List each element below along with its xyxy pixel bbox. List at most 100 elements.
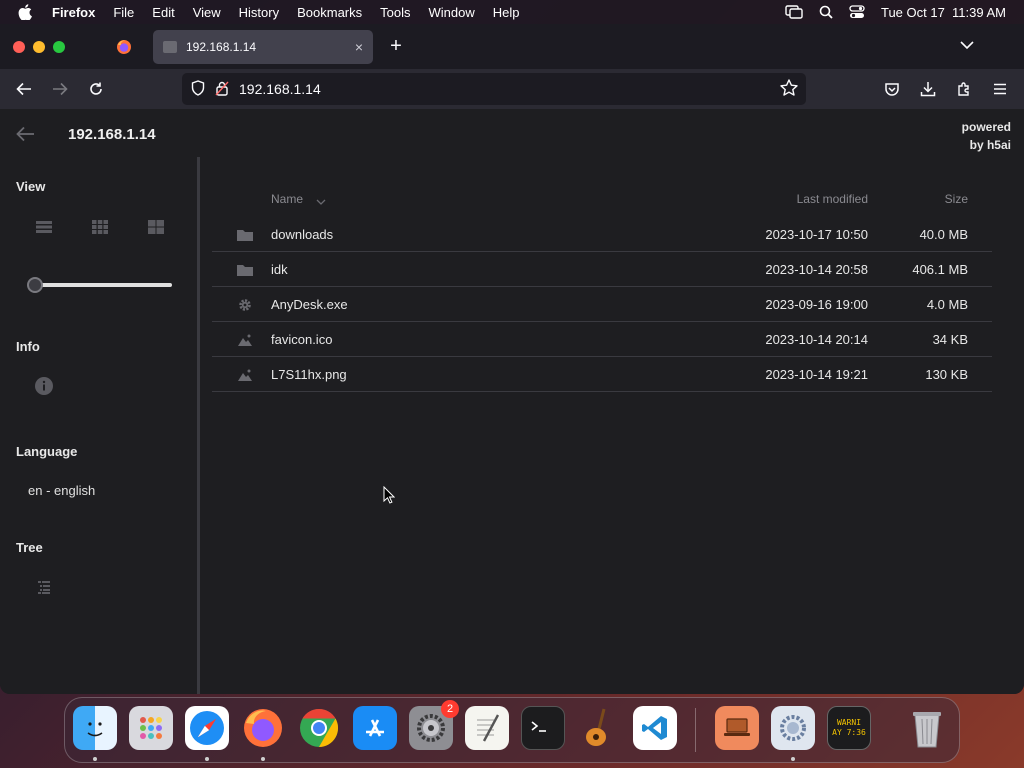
menu-app-name[interactable]: Firefox (52, 5, 104, 20)
image-icon (236, 332, 254, 348)
address-bar[interactable]: 192.168.1.14 (182, 73, 806, 105)
tab-active[interactable]: 192.168.1.14 × (153, 30, 373, 64)
file-modified: 2023-10-14 20:14 (765, 332, 868, 347)
back-arrow-icon[interactable] (14, 79, 34, 99)
tab-close-icon[interactable]: × (355, 39, 363, 55)
menu-bookmarks[interactable]: Bookmarks (288, 5, 371, 20)
file-name[interactable]: L7S11hx.png (271, 367, 347, 382)
insecure-lock-icon[interactable] (215, 80, 229, 99)
textedit-icon[interactable] (465, 706, 509, 750)
network-utility-running-dot (791, 757, 795, 761)
menu-window[interactable]: Window (420, 5, 484, 20)
page-title: 192.168.1.14 (68, 126, 156, 143)
console-text-line-1: WARNI (836, 718, 862, 727)
sort-chevron-down-icon[interactable] (316, 194, 326, 208)
table-row[interactable]: favicon.ico 2023-10-14 20:14 34 KB (212, 322, 992, 357)
file-name[interactable]: downloads (271, 227, 333, 242)
macos-dock: 2 WARNI AY 7:36 (64, 697, 960, 763)
firefox-view-tab-icon[interactable] (114, 37, 134, 57)
forward-arrow-icon[interactable] (50, 79, 70, 99)
window-controls (13, 40, 65, 53)
screen-sharing-icon[interactable] (715, 706, 759, 750)
settings-notification-badge: 2 (441, 700, 459, 718)
tab-bar: 192.168.1.14 × + (0, 24, 1024, 69)
file-name[interactable]: idk (271, 262, 288, 277)
column-modified-header[interactable]: Last modified (797, 192, 868, 206)
control-center-icon[interactable] (849, 5, 865, 19)
tree-toggle-icon[interactable] (32, 575, 56, 599)
view-heading: View (16, 179, 46, 194)
powered-by-h5ai-link[interactable]: powered by h5ai (962, 118, 1011, 154)
close-window-button[interactable] (13, 40, 25, 53)
safari-running-dot (205, 757, 209, 761)
menu-edit[interactable]: Edit (143, 5, 183, 20)
apple-logo-icon[interactable] (18, 4, 38, 20)
menu-history[interactable]: History (230, 5, 288, 20)
spotlight-search-icon[interactable] (819, 5, 833, 19)
firefox-running-dot (261, 757, 265, 761)
menubar-status-area: Tue Oct 17 11:39 AM (785, 5, 1024, 20)
vscode-icon[interactable] (633, 706, 677, 750)
table-row[interactable]: downloads 2023-10-17 10:50 40.0 MB (212, 217, 992, 252)
menu-help[interactable]: Help (484, 5, 529, 20)
macos-menu-bar: Firefox File Edit View History Bookmarks… (0, 0, 1024, 24)
sidebar: View Info Language en - english Tree (0, 157, 200, 694)
parent-folder-back-arrow-icon[interactable] (15, 125, 35, 148)
file-modified: 2023-10-14 19:21 (765, 367, 868, 382)
menu-view[interactable]: View (184, 5, 230, 20)
table-row[interactable]: AnyDesk.exe 2023-09-16 19:00 4.0 MB (212, 287, 992, 322)
safari-icon[interactable] (185, 706, 229, 750)
firefox-dock-icon[interactable] (241, 706, 285, 750)
network-utility-gear-icon[interactable] (771, 706, 815, 750)
hamburger-menu-icon[interactable] (990, 79, 1010, 99)
column-name-header[interactable]: Name (271, 192, 303, 206)
new-tab-button[interactable]: + (386, 36, 406, 56)
zoom-window-button[interactable] (53, 40, 65, 53)
column-size-header[interactable]: Size (945, 192, 968, 206)
table-row[interactable]: L7S11hx.png 2023-10-14 19:21 130 KB (212, 357, 992, 392)
app-store-icon[interactable] (353, 706, 397, 750)
file-size: 130 KB (925, 367, 968, 382)
icon-size-slider-thumb[interactable] (27, 277, 43, 293)
system-settings-icon[interactable]: 2 (409, 700, 459, 750)
file-name[interactable]: favicon.ico (271, 332, 332, 347)
view-grid-large-icon[interactable] (144, 215, 168, 239)
icon-size-slider-track[interactable] (30, 283, 172, 287)
language-select[interactable]: en - english (28, 483, 95, 498)
powered-line-1: powered (961, 120, 1011, 134)
reload-icon[interactable] (86, 79, 106, 99)
extensions-puzzle-icon[interactable] (954, 79, 974, 99)
table-row[interactable]: idk 2023-10-14 20:58 406.1 MB (212, 252, 992, 287)
bookmark-star-icon[interactable] (780, 79, 798, 99)
launchpad-icon[interactable] (129, 706, 173, 750)
mouse-pointer-icon (383, 485, 396, 509)
minimize-window-button[interactable] (33, 40, 45, 53)
finder-icon[interactable] (73, 706, 117, 750)
downloads-icon[interactable] (918, 79, 938, 99)
view-grid-small-icon[interactable] (88, 215, 112, 239)
file-list-header: Name Last modified Size (212, 181, 992, 217)
chrome-icon[interactable] (297, 706, 341, 750)
tracking-protection-shield-icon[interactable] (191, 79, 205, 99)
tab-list-chevron-down-icon[interactable] (960, 37, 974, 55)
console-warning-text: WARNI AY 7:36 (832, 718, 866, 738)
menu-tools[interactable]: Tools (371, 5, 419, 20)
garageband-guitar-icon[interactable] (577, 706, 621, 750)
trash-icon[interactable] (905, 706, 949, 750)
menubar-clock[interactable]: Tue Oct 17 11:39 AM (881, 5, 1006, 20)
info-toggle-icon[interactable] (32, 374, 56, 398)
file-size: 34 KB (932, 332, 968, 347)
terminal-icon[interactable] (521, 706, 565, 750)
console-icon[interactable]: WARNI AY 7:36 (827, 706, 871, 750)
h5ai-page: 192.168.1.14 powered by h5ai View Info L… (0, 109, 1024, 694)
tree-heading: Tree (16, 540, 43, 555)
screen-mirroring-icon[interactable] (785, 5, 803, 19)
powered-line-2: by h5ai (969, 138, 1011, 152)
url-text[interactable]: 192.168.1.14 (239, 81, 321, 97)
file-list: Name Last modified Size downloads 2023-1… (212, 181, 992, 392)
file-modified: 2023-10-17 10:50 (765, 227, 868, 242)
file-name[interactable]: AnyDesk.exe (271, 297, 348, 312)
pocket-icon[interactable] (882, 79, 902, 99)
view-details-list-icon[interactable] (32, 215, 56, 239)
menu-file[interactable]: File (104, 5, 143, 20)
